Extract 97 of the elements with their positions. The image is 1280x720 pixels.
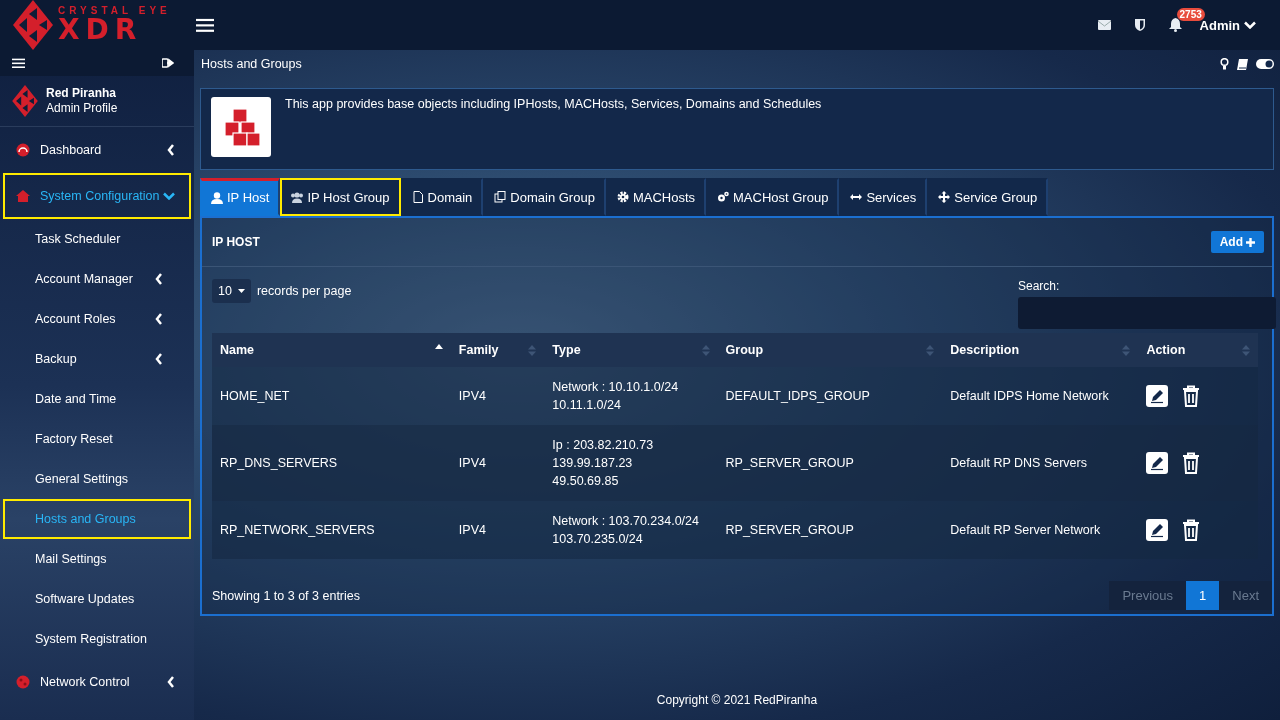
app-description: This app provides base objects including IPHosts, MACHosts, Services, Domains and Schedules [285,97,822,111]
table-cell: IPV4 [450,367,545,425]
column-header[interactable]: Family [450,333,545,367]
sidebar-item[interactable]: Mail Settings [3,539,191,580]
sidebar-item[interactable]: Task Scheduler [3,219,191,260]
sidebar-item[interactable]: System Registration [3,619,191,660]
sidebar-item[interactable]: System Configuration [3,173,191,220]
user-icon [211,191,223,204]
tab[interactable]: Domain Group [483,178,606,216]
sort-icon [1242,344,1250,356]
sidebar-item[interactable]: Hosts and Groups [3,499,191,540]
sort-up-icon [434,343,443,349]
table-cell: IPV4 [450,501,545,559]
add-button[interactable]: Add [1210,231,1264,253]
page-title: Hosts and Groups [201,57,303,71]
document-icon [411,191,424,203]
column-header[interactable]: Action [1138,333,1258,367]
caret-down-icon [237,289,245,293]
table-cell: RP_SERVER_GROUP [717,425,943,501]
shield-icon[interactable] [1134,19,1145,31]
sidebar-item[interactable]: Account Roles [3,299,191,340]
sidebar-item[interactable]: Dashboard [3,127,191,174]
copyright-text: Copyright © 2021 RedPiranha [656,693,818,707]
sidebar-item[interactable]: Account Manager [3,259,191,300]
column-header[interactable]: Name [212,333,451,367]
sidebar-item[interactable]: Backup [3,339,191,380]
table-cell: Default RP Server Network [942,501,1139,559]
tab[interactable]: Services [839,178,928,216]
tab[interactable]: Service Group [927,178,1049,216]
column-header[interactable]: Group [717,333,943,367]
menu-icon[interactable] [12,58,25,69]
menu-icon[interactable] [196,17,214,33]
dashboard-icon [16,143,30,158]
gears-icon [717,191,729,203]
sidebar-item[interactable]: Software Updates [3,579,191,620]
tab[interactable]: Domain [400,178,484,216]
edit-icon[interactable] [1146,385,1169,407]
search-field[interactable] [1018,297,1276,329]
tab[interactable]: IP Host [200,178,281,216]
table-cell: Default IDPS Home Network [942,367,1139,425]
table-cell: IPV4 [450,425,545,501]
arrows-move-icon [938,191,951,203]
edit-icon[interactable] [1146,519,1169,541]
tab[interactable]: MACHosts [605,178,706,216]
diamond-logo-icon [12,85,38,118]
table-cell: RP_NETWORK_SERVERS [212,501,451,559]
sort-icon [528,344,537,356]
type-cell: Ip : 203.82.210.73 139.99.187.23 49.50.69.85 [544,425,718,501]
chevron-down-icon [163,192,175,201]
trash-icon[interactable] [1182,452,1201,474]
search-label: Search: [1018,279,1061,293]
trash-icon[interactable] [1182,385,1201,407]
sidebar-item[interactable]: Date and Time [3,379,191,420]
notification-badge: 2753 [1176,8,1205,21]
brand-logo: XDR [58,16,143,44]
plus-icon [1246,237,1255,247]
table-cell: RP_SERVER_GROUP [717,501,943,559]
column-header[interactable]: Description [942,333,1139,367]
table-cell: Default RP DNS Servers [942,425,1139,501]
lightbulb-icon[interactable] [1220,58,1229,70]
logout-icon[interactable] [162,58,174,69]
sort-icon [926,344,935,356]
gear-icon [616,191,629,203]
table-cell: DEFAULT_IDPS_GROUP [717,367,943,425]
tab[interactable]: MACHost Group [706,178,840,216]
entries-info: Showing 1 to 3 of 3 entries [212,588,360,603]
sort-icon [1122,344,1131,356]
chevron-down-icon [1244,21,1256,29]
arrows-horizontal-icon [850,191,863,203]
book-icon[interactable] [1237,58,1248,70]
column-header[interactable]: Type [544,333,718,367]
brand-tagline: CRYSTAL EYE [58,6,171,16]
sort-icon [701,344,710,356]
chevron-left-icon [167,144,175,157]
type-cell: Network : 103.70.234.0/24 103.70.235.0/24 [544,501,718,559]
page-length-select[interactable]: 10 [212,279,251,303]
pagination-button[interactable]: 1 [1186,581,1220,610]
toggle-icon[interactable] [1256,59,1274,69]
profile-name: Red Piranha [46,86,118,102]
panel-title: IP HOST [212,235,260,249]
chevron-left-icon [167,676,175,689]
sidebar-item[interactable]: Factory Reset [3,419,191,460]
records-label: records per page [256,284,352,298]
copy-icon [494,191,507,203]
envelope-icon[interactable] [1097,20,1111,30]
sidebar-item[interactable]: Network Control [3,659,191,706]
home-icon [16,189,30,204]
bell-icon[interactable] [1168,18,1182,32]
tab[interactable]: IP Host Group [280,178,401,216]
users-icon [291,191,304,203]
sidebar-item[interactable]: General Settings [3,459,191,500]
table-cell: HOME_NET [212,367,451,425]
trash-icon[interactable] [1182,519,1201,541]
profile-role: Admin Profile [46,101,118,117]
type-cell: Network : 10.10.1.0/24 10.11.1.0/24 [544,367,718,425]
edit-icon[interactable] [1146,452,1169,474]
table-cell: RP_DNS_SERVERS [212,425,451,501]
